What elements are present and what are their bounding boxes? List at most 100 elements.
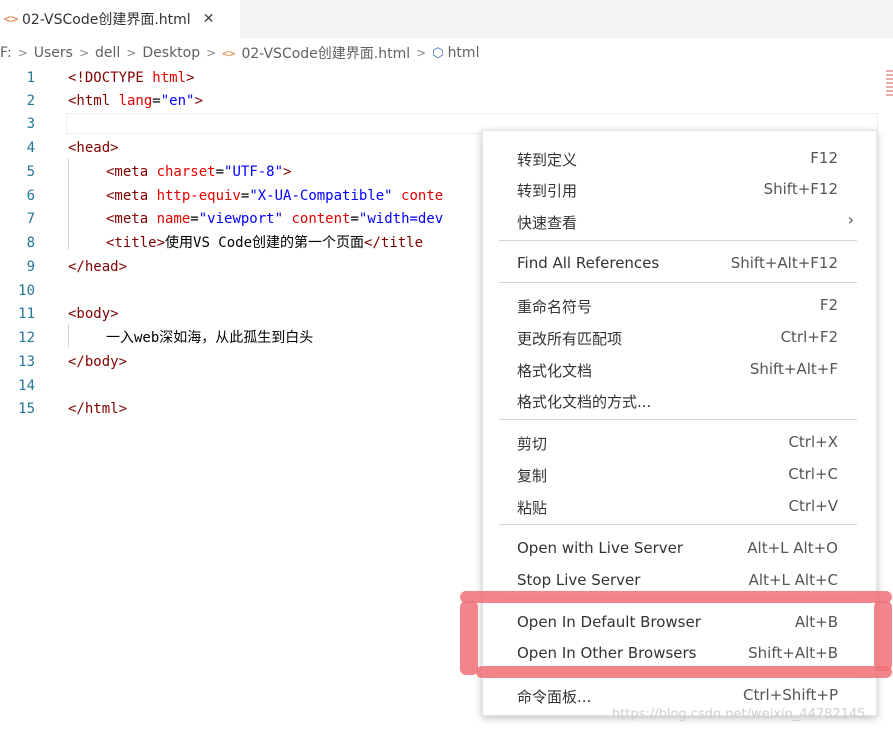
attr-value: "en"	[160, 93, 195, 109]
head-close-tag: </head>	[68, 259, 128, 275]
menu-item-shortcut: Ctrl+V	[788, 497, 838, 515]
menu-item-label: 更改所有匹配项	[517, 330, 623, 348]
menu-item-shortcut: Ctrl+F2	[780, 328, 838, 346]
tab-file[interactable]: <> 02-VSCode创建界面.html ✕	[0, 0, 240, 38]
menu-item-go-to-definition[interactable]: 转到定义 F12	[483, 143, 876, 173]
line-number: 4	[26, 140, 35, 156]
menu-item-shortcut: Ctrl+X	[788, 433, 838, 451]
menu-item-peek[interactable]: 快速查看 ›	[483, 206, 876, 236]
menu-item-label: 转到定义	[517, 151, 578, 169]
menu-item-shortcut: F12	[810, 149, 838, 167]
menu-item-cut[interactable]: 剪切 Ctrl+X	[483, 427, 876, 457]
tag-open: <meta	[106, 211, 157, 227]
annotation-highlight-right	[874, 601, 892, 671]
line-number: 7	[26, 211, 35, 227]
code-line: 2 <html lang="en">	[0, 90, 893, 113]
tag-close: >	[194, 93, 203, 109]
menu-item-label: Stop Live Server	[517, 571, 641, 589]
menu-item-label: 格式化文档	[517, 362, 593, 380]
annotation-highlight-bottom	[476, 666, 892, 678]
menu-separator	[499, 240, 857, 241]
attr-name: lang	[118, 93, 153, 109]
menu-item-format-document[interactable]: 格式化文档 Shift+Alt+F	[483, 354, 876, 384]
menu-item-label: 粘贴	[517, 499, 548, 517]
line-number: 1	[26, 70, 35, 86]
doctype-tag: <!DOCTYPE	[68, 70, 153, 86]
menu-item-find-all-references[interactable]: Find All References Shift+Alt+F12	[483, 248, 876, 278]
menu-item-label: 剪切	[517, 435, 548, 453]
menu-item-change-all-occurrences[interactable]: 更改所有匹配项 Ctrl+F2	[483, 322, 876, 352]
menu-item-paste[interactable]: 粘贴 Ctrl+V	[483, 491, 876, 521]
attr-value: "X-UA-Compatible"	[249, 188, 393, 204]
menu-item-shortcut: Alt+L Alt+O	[747, 539, 838, 557]
menu-item-open-with-live-server[interactable]: Open with Live Server Alt+L Alt+O	[483, 533, 876, 563]
menu-item-shortcut: Ctrl+Shift+P	[743, 686, 838, 704]
menu-item-label: 命令面板...	[517, 688, 592, 706]
html-file-icon: <>	[3, 12, 19, 26]
chevron-right-icon: >	[206, 46, 217, 60]
chevron-right-icon: >	[126, 46, 137, 60]
line-number: 5	[26, 164, 35, 180]
menu-item-shortcut: Alt+L Alt+C	[748, 571, 838, 589]
attr-name: name	[156, 211, 191, 227]
breadcrumb-symbol[interactable]: html	[448, 45, 480, 61]
tab-title: 02-VSCode创建界面.html	[22, 12, 191, 28]
title-text: 使用VS Code创建的第一个页面	[165, 235, 365, 251]
menu-item-copy[interactable]: 复制 Ctrl+C	[483, 459, 876, 489]
body-open-tag: <body>	[68, 306, 119, 322]
menu-item-shortcut: Shift+Alt+F	[749, 360, 838, 378]
chevron-right-icon: >	[17, 46, 28, 60]
breadcrumb-desktop[interactable]: Desktop	[142, 45, 200, 61]
menu-item-shortcut: Shift+F12	[763, 180, 838, 198]
menu-item-label: Open In Default Browser	[517, 613, 701, 631]
body-close-tag: </body>	[68, 354, 128, 370]
menu-item-open-in-other-browsers[interactable]: Open In Other Browsers Shift+Alt+B	[483, 638, 876, 668]
menu-item-format-document-with[interactable]: 格式化文档的方式...	[483, 385, 876, 415]
menu-separator	[499, 419, 857, 420]
tag-open: <meta	[106, 188, 157, 204]
tag-open: <html	[68, 93, 119, 109]
attr-name: conte	[401, 188, 444, 204]
html-close-tag: </html>	[68, 401, 128, 417]
code-line: 1 <!DOCTYPE html>	[0, 67, 893, 90]
line-number: 13	[18, 354, 35, 370]
menu-item-label: Open In Other Browsers	[517, 644, 697, 662]
menu-item-label: 快速查看	[517, 214, 578, 232]
menu-item-go-to-references[interactable]: 转到引用 Shift+F12	[483, 174, 876, 204]
line-number: 10	[18, 283, 35, 299]
menu-item-shortcut: Shift+Alt+B	[748, 644, 838, 662]
menu-item-shortcut: F2	[819, 296, 838, 314]
equals: =	[152, 93, 161, 109]
close-icon[interactable]: ✕	[203, 11, 215, 27]
breadcrumb-dell[interactable]: dell	[95, 45, 120, 61]
html-file-icon: <>	[222, 46, 236, 60]
line-number: 3	[26, 116, 35, 132]
attr-name: content	[291, 211, 351, 227]
attr-value: "width=dev	[358, 211, 444, 227]
equals: =	[350, 211, 359, 227]
breadcrumb: F: > Users > dell > Desktop > <> 02-VSCo…	[0, 42, 479, 64]
line-number: 15	[18, 401, 35, 417]
attr-name: http-equiv	[156, 188, 241, 204]
menu-item-command-palette[interactable]: 命令面板... Ctrl+Shift+P	[483, 680, 876, 710]
chevron-right-icon: ›	[847, 210, 854, 229]
line-number: 12	[18, 330, 35, 346]
attr-value: "viewport"	[198, 211, 284, 227]
menu-item-label: 复制	[517, 467, 548, 485]
tag-close: >	[186, 70, 195, 86]
doctype-value: html	[152, 70, 187, 86]
title-open-tag: <title>	[106, 235, 166, 251]
breadcrumb-drive[interactable]: F:	[0, 45, 12, 61]
line-number: 9	[26, 259, 35, 275]
minimap[interactable]	[886, 70, 893, 96]
menu-item-label: Open with Live Server	[517, 539, 684, 557]
menu-item-label: 格式化文档的方式...	[517, 393, 652, 411]
tag-open: <meta	[106, 164, 157, 180]
body-text: 一入web深如海，从此孤生到白头	[106, 330, 314, 346]
menu-item-rename-symbol[interactable]: 重命名符号 F2	[483, 290, 876, 320]
equals: =	[215, 164, 225, 180]
head-open-tag: <head>	[68, 140, 119, 156]
breadcrumb-users[interactable]: Users	[34, 45, 73, 61]
breadcrumb-file[interactable]: 02-VSCode创建界面.html	[241, 43, 410, 63]
menu-item-open-in-default-browser[interactable]: Open In Default Browser Alt+B	[483, 607, 876, 637]
